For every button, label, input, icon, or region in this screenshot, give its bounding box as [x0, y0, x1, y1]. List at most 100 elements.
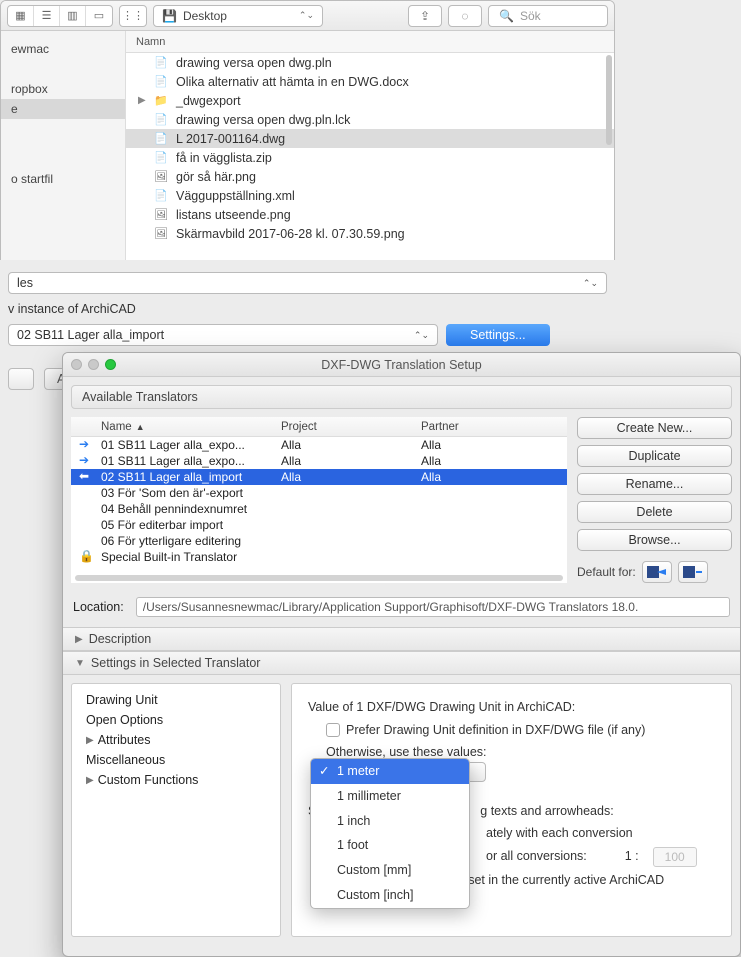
- file-row[interactable]: 🖼gör så här.png: [126, 167, 614, 186]
- translator-select-value: 02 SB11 Lager alla_import: [17, 328, 164, 342]
- file-row[interactable]: 📄drawing versa open dwg.pln.lck: [126, 110, 614, 129]
- file-name: drawing versa open dwg.pln: [176, 56, 332, 70]
- ratio-input[interactable]: 100: [653, 847, 697, 867]
- settings-category-list[interactable]: Drawing Unit Open Options ▶Attributes Mi…: [71, 683, 281, 937]
- default-export-icon: [646, 565, 668, 579]
- export-arrow-icon: ➔: [79, 437, 95, 453]
- disclosure-right-icon: ▶: [86, 775, 94, 786]
- file-type-label: les: [17, 276, 33, 290]
- list-item[interactable]: Open Options: [72, 710, 280, 730]
- translator-select[interactable]: 02 SB11 Lager alla_import ⌃⌄: [8, 324, 438, 346]
- vertical-scrollbar[interactable]: [606, 55, 612, 145]
- table-row[interactable]: 06 För ytterligare editering: [71, 533, 567, 549]
- sort-arrow-icon: ▲: [136, 422, 145, 432]
- sidebar-item[interactable]: ewmac: [1, 39, 125, 59]
- prefer-unit-checkbox[interactable]: [326, 723, 340, 737]
- view-list-icon[interactable]: ☰: [34, 6, 60, 26]
- zoom-icon[interactable]: [105, 359, 116, 370]
- table-row[interactable]: 04 Behåll pennindexnumret: [71, 501, 567, 517]
- dropdown-item[interactable]: 1 meter: [311, 759, 469, 784]
- chevron-updown-icon: ⌃⌄: [299, 10, 314, 21]
- list-item[interactable]: Miscellaneous: [72, 750, 280, 770]
- column-header[interactable]: Namn: [126, 31, 614, 53]
- file-row[interactable]: 📄 drawing versa open dwg.pln: [126, 53, 614, 72]
- create-new-button[interactable]: Create New...: [577, 417, 732, 439]
- file-icon: 📄: [154, 151, 168, 165]
- settings-header[interactable]: ▼ Settings in Selected Translator: [63, 651, 740, 675]
- sidebar-item[interactable]: e: [1, 99, 125, 119]
- dropdown-item[interactable]: 1 inch: [311, 809, 469, 834]
- col-partner[interactable]: Partner: [421, 421, 567, 433]
- file-icon: 🖼: [154, 208, 168, 222]
- path-dropdown[interactable]: 💾 Desktop ⌃⌄: [153, 5, 323, 27]
- list-item[interactable]: ▶Custom Functions: [72, 770, 280, 790]
- table-row[interactable]: ➔01 SB11 Lager alla_expo...AllaAlla: [71, 453, 567, 469]
- default-import-button[interactable]: [678, 561, 708, 583]
- default-export-button[interactable]: [642, 561, 672, 583]
- view-icons-icon[interactable]: ▦: [8, 6, 34, 26]
- folder-icon: 📁: [154, 94, 168, 108]
- unit-dropdown-menu[interactable]: 1 meter 1 millimeter 1 inch 1 foot Custo…: [310, 758, 470, 909]
- file-row[interactable]: 🖼Skärmavbild 2017-06-28 kl. 07.30.59.png: [126, 224, 614, 243]
- browse-button[interactable]: Browse...: [577, 529, 732, 551]
- dropdown-item[interactable]: Custom [inch]: [311, 883, 469, 908]
- list-item[interactable]: ▶Attributes: [72, 730, 280, 750]
- minimize-icon[interactable]: [88, 359, 99, 370]
- new-instance-label: v instance of ArchiCAD: [0, 298, 615, 320]
- search-placeholder: Sök: [520, 9, 541, 23]
- horizontal-scrollbar[interactable]: [75, 575, 563, 581]
- sidebar-item[interactable]: ropbox: [1, 79, 125, 99]
- dialog-titlebar: DXF-DWG Translation Setup: [63, 353, 740, 377]
- share-button[interactable]: ⇪: [408, 5, 442, 27]
- duplicate-button[interactable]: Duplicate: [577, 445, 732, 467]
- file-row[interactable]: 📄Vägguppställning.xml: [126, 186, 614, 205]
- group-segmented[interactable]: ⋮⋮: [119, 5, 147, 27]
- file-name: L 2017-001164.dwg: [176, 132, 285, 146]
- col-name[interactable]: Name: [101, 421, 132, 433]
- sidebar-item[interactable]: o startfil: [1, 169, 125, 189]
- description-header[interactable]: ▶ Description: [63, 627, 740, 651]
- default-import-icon: [682, 565, 704, 579]
- delete-button[interactable]: Delete: [577, 501, 732, 523]
- table-row[interactable]: ➔01 SB11 Lager alla_expo...AllaAlla: [71, 437, 567, 453]
- view-columns-icon[interactable]: ▥: [60, 6, 86, 26]
- table-row[interactable]: 🔒Special Built-in Translator: [71, 549, 567, 565]
- tags-button[interactable]: ◌: [448, 5, 482, 27]
- disclosure-triangle-icon[interactable]: ▶: [138, 95, 146, 106]
- dialog-title: DXF-DWG Translation Setup: [321, 358, 481, 372]
- window-controls[interactable]: [71, 359, 116, 370]
- translator-table[interactable]: Name ▲ Project Partner ➔01 SB11 Lager all…: [71, 417, 567, 583]
- close-icon[interactable]: [71, 359, 82, 370]
- lock-icon: 🔒: [79, 549, 95, 565]
- unknown-button[interactable]: [8, 368, 34, 390]
- table-header[interactable]: Name ▲ Project Partner: [71, 417, 567, 437]
- search-field[interactable]: 🔍 Sök: [488, 5, 608, 27]
- dropdown-item[interactable]: 1 foot: [311, 833, 469, 858]
- file-row[interactable]: 📄L 2017-001164.dwg: [126, 129, 614, 148]
- file-icon: 📄: [154, 56, 168, 70]
- location-field[interactable]: [136, 597, 730, 617]
- search-icon: 🔍: [499, 9, 514, 23]
- table-row[interactable]: 05 För editerbar import: [71, 517, 567, 533]
- dropdown-item[interactable]: 1 millimeter: [311, 784, 469, 809]
- radio-label: or all conversions:: [486, 847, 587, 866]
- col-project[interactable]: Project: [281, 421, 421, 433]
- file-row[interactable]: 📄Olika alternativ att hämta in en DWG.do…: [126, 72, 614, 91]
- file-type-select[interactable]: les ⌃⌄: [8, 272, 607, 294]
- file-name: gör så här.png: [176, 170, 256, 184]
- table-row[interactable]: 03 För 'Som den är'-export: [71, 485, 567, 501]
- group-icon[interactable]: ⋮⋮: [120, 6, 146, 26]
- file-name: Olika alternativ att hämta in en DWG.doc…: [176, 75, 409, 89]
- rename-button[interactable]: Rename...: [577, 473, 732, 495]
- default-for-label: Default for:: [577, 565, 636, 579]
- translator-actions: Create New... Duplicate Rename... Delete…: [577, 417, 732, 583]
- list-item[interactable]: Drawing Unit: [72, 690, 280, 710]
- settings-button[interactable]: Settings...: [446, 324, 550, 346]
- view-gallery-icon[interactable]: ▭: [86, 6, 112, 26]
- view-mode-segmented[interactable]: ▦ ☰ ▥ ▭: [7, 5, 113, 27]
- dropdown-item[interactable]: Custom [mm]: [311, 858, 469, 883]
- file-row[interactable]: ▶📁_dwgexport: [126, 91, 614, 110]
- table-row[interactable]: ⬅02 SB11 Lager alla_importAllaAlla: [71, 469, 567, 485]
- file-row[interactable]: 📄få in vägglista.zip: [126, 148, 614, 167]
- file-row[interactable]: 🖼listans utseende.png: [126, 205, 614, 224]
